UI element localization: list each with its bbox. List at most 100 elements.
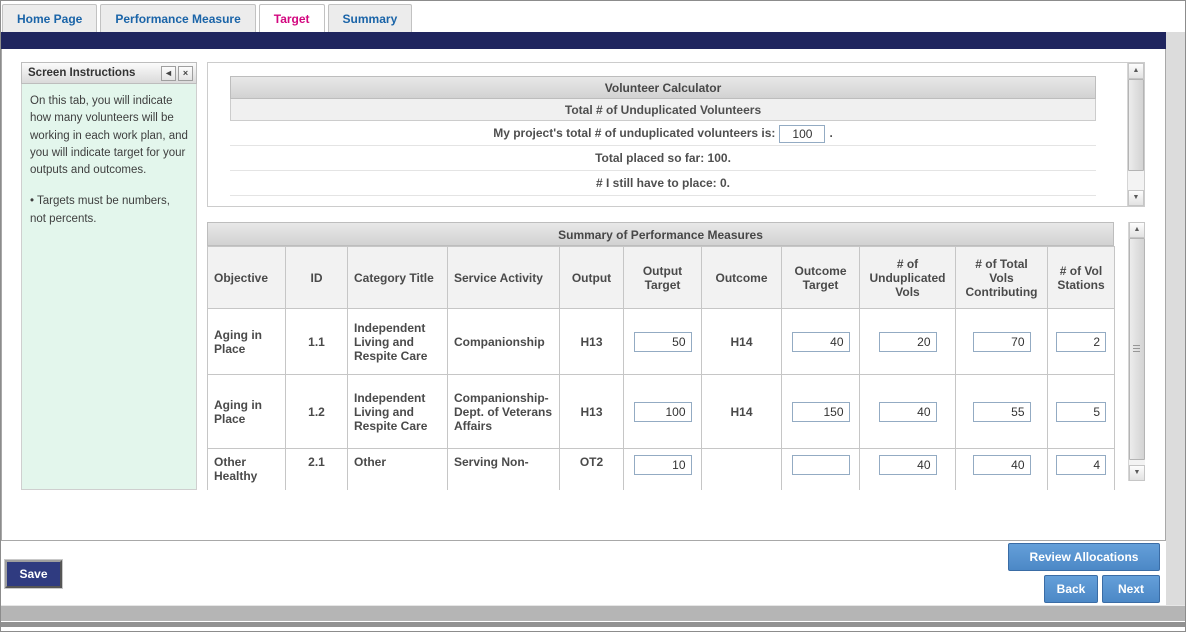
outcome-target-input[interactable] bbox=[792, 402, 850, 422]
scroll-up-icon[interactable]: ▲ bbox=[1129, 222, 1145, 238]
app-window: Home Page Performance Measure Target Sum… bbox=[0, 0, 1186, 632]
calculator-input-label: My project's total # of unduplicated vol… bbox=[493, 126, 775, 140]
scroll-down-icon[interactable]: ▼ bbox=[1128, 190, 1144, 206]
service-activity-cell: Companionship bbox=[448, 309, 560, 375]
output-cell: OT2 bbox=[560, 449, 624, 491]
screen-instructions-header: Screen Instructions ◄ × bbox=[21, 62, 197, 84]
calculator-title: Volunteer Calculator bbox=[230, 76, 1096, 99]
screen-instructions-body: On this tab, you will indicate how many … bbox=[21, 84, 197, 490]
calculator-input-row: My project's total # of unduplicated vol… bbox=[230, 121, 1096, 146]
scrollbar-grip bbox=[1133, 345, 1140, 353]
screen-instructions-title: Screen Instructions bbox=[28, 67, 135, 79]
calculator-scrollbar-thumb[interactable] bbox=[1128, 79, 1144, 171]
tab-performance-measure[interactable]: Performance Measure bbox=[100, 4, 255, 32]
vol-stations-cell bbox=[1048, 449, 1115, 491]
vol-stations-input[interactable] bbox=[1056, 455, 1106, 475]
tab-bar: Home Page Performance Measure Target Sum… bbox=[2, 4, 415, 32]
footer-bar bbox=[1, 605, 1186, 621]
col-header-output-target: Output Target bbox=[624, 247, 702, 309]
category-title-cell: Independent Living and Respite Care bbox=[348, 375, 448, 449]
category-title-cell: Other bbox=[348, 449, 448, 491]
tab-summary[interactable]: Summary bbox=[328, 4, 413, 32]
summary-scrollbar[interactable]: ▲ ▼ bbox=[1128, 222, 1145, 481]
summary-table: Objective ID Category Title Service Acti… bbox=[207, 246, 1115, 490]
output-target-cell bbox=[624, 449, 702, 491]
summary-scrollbar-track[interactable] bbox=[1129, 238, 1145, 465]
outcome-target-cell bbox=[782, 375, 860, 449]
volunteer-calculator-panel: Volunteer Calculator Total # of Unduplic… bbox=[207, 62, 1145, 207]
table-row: Aging in Place 1.2 Independent Living an… bbox=[208, 375, 1115, 449]
col-header-output: Output bbox=[560, 247, 624, 309]
outcome-cell: H14 bbox=[702, 309, 782, 375]
vol-stations-cell bbox=[1048, 309, 1115, 375]
col-header-objective: Objective bbox=[208, 247, 286, 309]
tab-target[interactable]: Target bbox=[259, 4, 325, 32]
still-to-place-text: # I still have to place: 0. bbox=[230, 171, 1096, 196]
vol-stations-input[interactable] bbox=[1056, 332, 1106, 352]
instructions-paragraph: On this tab, you will indicate how many … bbox=[30, 93, 188, 179]
header-bar bbox=[1, 32, 1166, 49]
unduplicated-vols-cell bbox=[860, 375, 956, 449]
outcome-target-input[interactable] bbox=[792, 455, 850, 475]
total-vols-input[interactable] bbox=[973, 455, 1031, 475]
id-cell: 2.1 bbox=[286, 449, 348, 491]
unduplicated-vols-input[interactable] bbox=[879, 402, 937, 422]
back-button[interactable]: Back bbox=[1044, 575, 1098, 603]
col-header-outcome: Outcome bbox=[702, 247, 782, 309]
screen-instructions-panel: Screen Instructions ◄ × On this tab, you… bbox=[21, 62, 197, 490]
instructions-note: • Targets must be numbers, not percents. bbox=[30, 193, 188, 228]
service-activity-cell: Serving Non- bbox=[448, 449, 560, 491]
calculator-scrollbar[interactable]: ▲ ▼ bbox=[1127, 63, 1144, 206]
output-target-input[interactable] bbox=[634, 332, 692, 352]
objective-cell: Aging in Place bbox=[208, 375, 286, 449]
next-button[interactable]: Next bbox=[1102, 575, 1160, 603]
tab-home-page[interactable]: Home Page bbox=[2, 4, 97, 32]
col-header-id: ID bbox=[286, 247, 348, 309]
unduplicated-vols-cell bbox=[860, 449, 956, 491]
content-area: Screen Instructions ◄ × On this tab, you… bbox=[1, 49, 1166, 541]
volunteer-calculator-table: Volunteer Calculator Total # of Unduplic… bbox=[230, 76, 1096, 196]
summary-scrollbar-thumb[interactable] bbox=[1129, 238, 1145, 460]
id-cell: 1.2 bbox=[286, 375, 348, 449]
col-header-total-vols-contributing: # of Total Vols Contributing bbox=[956, 247, 1048, 309]
unduplicated-vols-input[interactable] bbox=[879, 455, 937, 475]
calculator-subtitle: Total # of Unduplicated Volunteers bbox=[230, 99, 1096, 121]
scroll-up-icon[interactable]: ▲ bbox=[1128, 63, 1144, 79]
calculator-input-suffix: . bbox=[829, 126, 832, 140]
table-row: Other Healthy 2.1 Other Serving Non- OT2 bbox=[208, 449, 1115, 491]
outcome-cell: H14 bbox=[702, 375, 782, 449]
output-cell: H13 bbox=[560, 309, 624, 375]
scroll-down-icon[interactable]: ▼ bbox=[1129, 465, 1145, 481]
objective-cell: Other Healthy bbox=[208, 449, 286, 491]
col-header-service-activity: Service Activity bbox=[448, 247, 560, 309]
output-target-input[interactable] bbox=[634, 455, 692, 475]
id-cell: 1.1 bbox=[286, 309, 348, 375]
outcome-target-cell bbox=[782, 449, 860, 491]
save-button[interactable]: Save bbox=[5, 560, 62, 588]
output-target-cell bbox=[624, 375, 702, 449]
output-target-input[interactable] bbox=[634, 402, 692, 422]
col-header-category-title: Category Title bbox=[348, 247, 448, 309]
performance-measures-panel: Summary of Performance Measures Objectiv… bbox=[207, 222, 1145, 490]
service-activity-cell: Companionship-Dept. of Veterans Affairs bbox=[448, 375, 560, 449]
outcome-target-input[interactable] bbox=[792, 332, 850, 352]
right-gutter bbox=[1166, 32, 1186, 605]
col-header-outcome-target: Outcome Target bbox=[782, 247, 860, 309]
col-header-vol-stations: # of Vol Stations bbox=[1048, 247, 1115, 309]
col-header-unduplicated-vols: # of Unduplicated Vols bbox=[860, 247, 956, 309]
panel-collapse-icon[interactable]: ◄ bbox=[161, 66, 176, 81]
outcome-target-cell bbox=[782, 309, 860, 375]
vol-stations-cell bbox=[1048, 375, 1115, 449]
calculator-scrollbar-track[interactable] bbox=[1128, 79, 1144, 190]
output-target-cell bbox=[624, 309, 702, 375]
unduplicated-volunteers-input[interactable] bbox=[779, 125, 825, 143]
total-vols-input[interactable] bbox=[973, 402, 1031, 422]
review-allocations-button[interactable]: Review Allocations bbox=[1008, 543, 1160, 571]
total-vols-cell bbox=[956, 309, 1048, 375]
summary-header-row: Objective ID Category Title Service Acti… bbox=[208, 247, 1115, 309]
vol-stations-input[interactable] bbox=[1056, 402, 1106, 422]
unduplicated-vols-input[interactable] bbox=[879, 332, 937, 352]
total-vols-input[interactable] bbox=[973, 332, 1031, 352]
summary-table-title: Summary of Performance Measures bbox=[207, 222, 1114, 246]
panel-close-icon[interactable]: × bbox=[178, 66, 193, 81]
